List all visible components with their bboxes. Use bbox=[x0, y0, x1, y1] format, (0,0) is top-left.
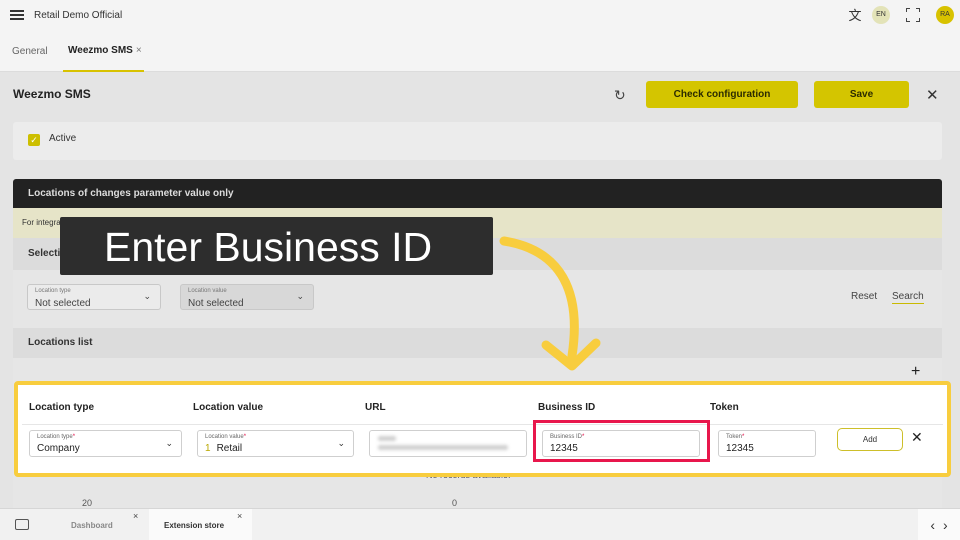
taskbar-tab-label: Extension store bbox=[164, 520, 225, 530]
filter-value: Not selected bbox=[35, 298, 91, 309]
filter-label: Location type bbox=[35, 288, 71, 294]
active-card: ✓ Active bbox=[13, 122, 942, 160]
page-number-value: 0 bbox=[452, 498, 458, 508]
menu-icon[interactable] bbox=[10, 10, 24, 20]
top-app-bar: Retail Demo Official 文 EN RA bbox=[0, 0, 960, 30]
column-header-url: URL bbox=[365, 402, 386, 413]
close-icon[interactable]: ✕ bbox=[926, 86, 939, 104]
locations-list-title: Locations list bbox=[28, 337, 93, 348]
page-title: Weezmo SMS bbox=[13, 87, 91, 101]
location-type-filter[interactable]: Location type Not selected ⌄ bbox=[27, 284, 161, 310]
app-title: Retail Demo Official bbox=[34, 9, 123, 21]
refresh-icon[interactable]: ↻ bbox=[614, 87, 626, 104]
chevron-down-icon: ⌄ bbox=[337, 438, 345, 448]
add-row-icon[interactable]: + bbox=[911, 363, 920, 381]
window-icon[interactable] bbox=[15, 519, 29, 530]
close-icon[interactable]: × bbox=[136, 45, 142, 56]
filter-value: Not selected bbox=[188, 298, 244, 309]
add-button[interactable]: Add bbox=[837, 428, 903, 451]
field-label: Location value* bbox=[205, 434, 247, 440]
locations-section-header: Locations of changes parameter value onl… bbox=[13, 179, 942, 208]
token-field[interactable]: Token* 12345 bbox=[718, 430, 816, 457]
field-value: 1 Retail bbox=[205, 443, 243, 454]
blurred-label bbox=[378, 436, 396, 441]
translate-icon[interactable]: 文 bbox=[846, 5, 864, 24]
taskbar: Dashboard × Extension store × ‹ › bbox=[0, 508, 960, 540]
close-icon[interactable]: × bbox=[237, 511, 242, 521]
location-value-filter[interactable]: Location value Not selected ⌄ bbox=[180, 284, 314, 310]
instruction-tooltip: Enter Business ID bbox=[60, 217, 493, 275]
top-right-controls: 文 EN RA bbox=[846, 5, 954, 24]
active-checkbox[interactable]: ✓ bbox=[28, 134, 40, 146]
remove-row-icon[interactable]: ✕ bbox=[911, 429, 923, 446]
column-header-business-id: Business ID bbox=[538, 402, 596, 413]
row-divider bbox=[22, 424, 943, 425]
column-header-location-type: Location type bbox=[29, 402, 95, 413]
field-label: Token* bbox=[726, 434, 745, 440]
blurred-url-value bbox=[378, 445, 508, 450]
chevron-down-icon: ⌄ bbox=[165, 438, 173, 448]
filter-label: Location value bbox=[188, 288, 227, 294]
active-label: Active bbox=[49, 133, 77, 144]
chevron-down-icon: ⌄ bbox=[296, 291, 304, 301]
nav-arrows: ‹ › bbox=[918, 509, 960, 540]
tab-bar: General Weezmo SMS × bbox=[0, 30, 960, 72]
instruction-text: Enter Business ID bbox=[104, 224, 433, 270]
field-label: Location type* bbox=[37, 434, 76, 440]
reset-button[interactable]: Reset bbox=[851, 291, 877, 302]
chevron-left-icon[interactable]: ‹ bbox=[930, 517, 935, 533]
search-button[interactable]: Search bbox=[892, 291, 924, 304]
field-value: Company bbox=[37, 443, 80, 454]
location-value-select[interactable]: Location value* 1 Retail ⌄ bbox=[197, 430, 354, 457]
url-field[interactable] bbox=[369, 430, 527, 457]
locations-list-header: Locations list bbox=[13, 328, 942, 358]
tab-general[interactable]: General bbox=[12, 30, 48, 72]
page-size-value: 20 bbox=[82, 498, 93, 508]
tab-weezmo-sms[interactable]: Weezmo SMS × bbox=[63, 30, 144, 72]
taskbar-tab-extension-store[interactable]: Extension store × bbox=[149, 509, 252, 540]
section-title: Locations of changes parameter value onl… bbox=[28, 188, 234, 199]
avatar[interactable]: RA bbox=[936, 5, 954, 24]
filter-panel: Location type Not selected ⌄ Location va… bbox=[13, 270, 942, 328]
save-button[interactable]: Save bbox=[814, 81, 909, 108]
locations-table: Location type Location value URL Busines… bbox=[14, 381, 951, 477]
column-header-token: Token bbox=[710, 402, 739, 413]
column-header-location-value: Location value bbox=[193, 402, 264, 413]
close-icon[interactable]: × bbox=[133, 511, 138, 521]
tab-label: Weezmo SMS bbox=[68, 44, 133, 56]
chevron-down-icon: ⌄ bbox=[143, 291, 151, 301]
taskbar-tab-dashboard[interactable]: Dashboard × bbox=[46, 509, 149, 540]
field-value: 12345 bbox=[726, 443, 754, 454]
fullscreen-icon[interactable] bbox=[906, 7, 920, 22]
location-type-select[interactable]: Location type* Company ⌄ bbox=[29, 430, 182, 457]
chevron-right-icon[interactable]: › bbox=[943, 517, 948, 533]
check-configuration-button[interactable]: Check configuration bbox=[646, 81, 798, 108]
business-id-highlight bbox=[533, 420, 710, 462]
language-badge[interactable]: EN bbox=[872, 5, 890, 24]
taskbar-tab-label: Dashboard bbox=[71, 520, 113, 530]
